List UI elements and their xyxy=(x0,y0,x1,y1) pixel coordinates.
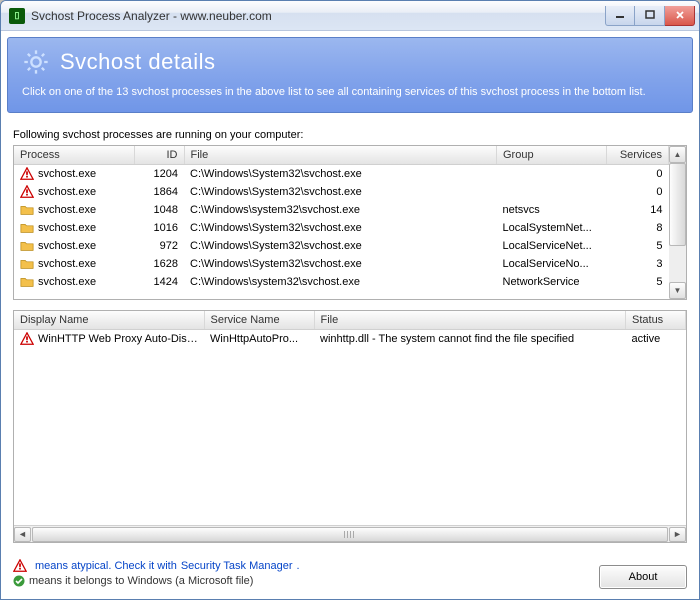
table-row[interactable]: svchost.exe1424C:\Windows\system32\svcho… xyxy=(14,273,669,291)
table-row[interactable]: svchost.exe1628C:\Windows\System32\svcho… xyxy=(14,255,669,273)
folder-icon xyxy=(20,275,34,289)
process-list-header[interactable]: Process ID File Group Services xyxy=(14,146,669,165)
warning-icon xyxy=(20,332,34,346)
folder-icon xyxy=(20,239,34,253)
window-controls xyxy=(605,6,695,26)
content-area: Following svchost processes are running … xyxy=(1,119,699,553)
about-button[interactable]: About xyxy=(599,565,687,589)
folder-icon xyxy=(20,203,34,217)
table-row[interactable]: svchost.exe1204C:\Windows\System32\svcho… xyxy=(14,165,669,184)
service-list[interactable]: Display Name Service Name File Status Wi… xyxy=(13,310,687,543)
process-list-vscrollbar[interactable]: ▲ ▼ xyxy=(669,146,686,299)
scroll-track[interactable] xyxy=(669,163,686,282)
scroll-hthumb[interactable] xyxy=(32,527,668,542)
main-window: ▯ Svchost Process Analyzer - www.neuber.… xyxy=(0,0,700,600)
security-task-manager-link[interactable]: Security Task Manager xyxy=(181,560,293,572)
table-row[interactable]: svchost.exe1048C:\Windows\system32\svcho… xyxy=(14,201,669,219)
col-status[interactable]: Status xyxy=(626,311,686,330)
scroll-left-button[interactable]: ◄ xyxy=(14,527,31,542)
col-servicename[interactable]: Service Name xyxy=(204,311,314,330)
warning-icon xyxy=(20,167,34,181)
table-row[interactable]: svchost.exe1016C:\Windows\System32\svcho… xyxy=(14,219,669,237)
folder-icon xyxy=(20,221,34,235)
maximize-icon xyxy=(645,10,655,20)
scroll-down-button[interactable]: ▼ xyxy=(669,282,686,299)
header-banner: Svchost details Click on one of the 13 s… xyxy=(7,37,693,113)
process-list-caption: Following svchost processes are running … xyxy=(13,129,687,141)
service-list-header[interactable]: Display Name Service Name File Status xyxy=(14,311,686,330)
scroll-htrack[interactable] xyxy=(32,527,668,542)
col-group[interactable]: Group xyxy=(497,146,607,165)
gear-icon xyxy=(22,48,50,76)
scroll-up-button[interactable]: ▲ xyxy=(669,146,686,163)
col-file[interactable]: File xyxy=(184,146,497,165)
table-row[interactable]: WinHTTP Web Proxy Auto-Disc...WinHttpAut… xyxy=(14,330,686,349)
atypical-note-text: means atypical. Check it with xyxy=(35,560,177,572)
titlebar[interactable]: ▯ Svchost Process Analyzer - www.neuber.… xyxy=(1,1,699,31)
scroll-right-button[interactable]: ► xyxy=(669,527,686,542)
col-displayname[interactable]: Display Name xyxy=(14,311,204,330)
col-svc-file[interactable]: File xyxy=(314,311,626,330)
warning-icon xyxy=(20,185,34,199)
col-services[interactable]: Services xyxy=(607,146,669,165)
footer: means atypical. Check it with Security T… xyxy=(1,553,699,599)
maximize-button[interactable] xyxy=(635,6,665,26)
banner-heading: Svchost details xyxy=(60,49,215,75)
scroll-thumb[interactable] xyxy=(669,163,686,246)
col-process[interactable]: Process xyxy=(14,146,134,165)
table-row[interactable]: svchost.exe972C:\Windows\System32\svchos… xyxy=(14,237,669,255)
belongs-note-text: means it belongs to Windows (a Microsoft… xyxy=(29,575,253,587)
close-button[interactable] xyxy=(665,6,695,26)
warning-icon xyxy=(13,559,27,573)
banner-subtext: Click on one of the 13 svchost processes… xyxy=(22,86,678,98)
check-icon xyxy=(13,575,25,587)
minimize-button[interactable] xyxy=(605,6,635,26)
folder-icon xyxy=(20,257,34,271)
close-icon xyxy=(675,10,685,20)
footer-legend: means atypical. Check it with Security T… xyxy=(13,557,599,589)
table-row[interactable]: svchost.exe1864C:\Windows\System32\svcho… xyxy=(14,183,669,201)
app-icon: ▯ xyxy=(9,8,25,24)
minimize-icon xyxy=(615,10,625,20)
col-id[interactable]: ID xyxy=(134,146,184,165)
process-list[interactable]: Process ID File Group Services svchost.e… xyxy=(13,145,687,300)
window-title: Svchost Process Analyzer - www.neuber.co… xyxy=(31,9,605,23)
service-list-hscrollbar[interactable]: ◄ ► xyxy=(14,525,686,542)
